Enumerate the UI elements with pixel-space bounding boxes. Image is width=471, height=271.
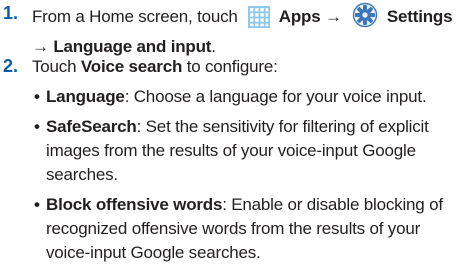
settings-label: Settings bbox=[386, 7, 453, 26]
apps-grid-icon bbox=[248, 6, 271, 35]
step-number: 1. bbox=[3, 3, 19, 23]
step-text: From a Home screen, touch Apps → Setting… bbox=[32, 2, 467, 59]
option-list: • Language: Choose a language for your v… bbox=[32, 85, 467, 265]
step-number: 2. bbox=[3, 56, 19, 76]
arrow-icon: → bbox=[32, 37, 49, 56]
option-term: Language bbox=[46, 87, 125, 106]
gear-icon bbox=[352, 2, 378, 35]
option-description: : Choose a language for your voice input… bbox=[124, 87, 427, 106]
arrow-icon: → bbox=[325, 7, 342, 26]
step-period: . bbox=[211, 37, 216, 56]
step-touch-text: Touch bbox=[32, 57, 77, 76]
list-item: • SafeSearch: Set the sensitivity for fi… bbox=[32, 115, 467, 187]
list-item: • Language: Choose a language for your v… bbox=[32, 85, 467, 109]
bullet-marker: • bbox=[34, 117, 40, 136]
apps-label: Apps bbox=[278, 7, 321, 26]
language-and-input-label: Language and input bbox=[53, 37, 212, 56]
list-item: • Block offensive words: Enable or disab… bbox=[32, 193, 467, 265]
step-text: Touch Voice search to configure: bbox=[32, 55, 467, 79]
bullet-marker: • bbox=[34, 87, 40, 106]
option-term: SafeSearch bbox=[46, 117, 137, 136]
step-rest-text: to configure: bbox=[186, 57, 278, 76]
option-term: Block offensive words bbox=[46, 195, 223, 214]
voice-search-label: Voice search bbox=[80, 57, 183, 76]
step-intro-text: From a Home screen, touch bbox=[32, 7, 238, 26]
bullet-marker: • bbox=[34, 195, 40, 214]
